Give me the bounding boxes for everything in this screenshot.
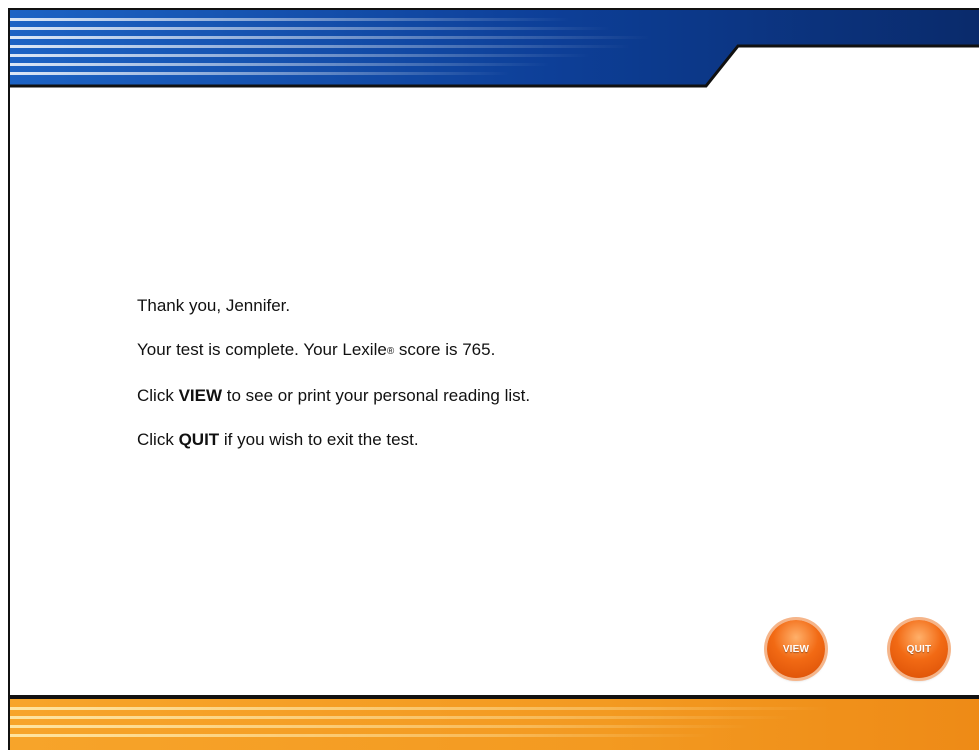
view-instruction-line: Click VIEW to see or print your personal… (137, 386, 897, 406)
thank-you-text: Thank you, Jennifer. (137, 296, 291, 315)
completion-message: Thank you, Jennifer. Your test is comple… (137, 296, 897, 474)
quit-instruction-suffix: if you wish to exit the test. (219, 430, 419, 449)
score-text-suffix: score is 765. (394, 340, 496, 359)
bottom-footer-banner (10, 695, 979, 750)
top-header-banner (10, 10, 979, 88)
orange-stripe-graphic (10, 695, 979, 750)
quit-button[interactable]: QUIT (890, 620, 948, 678)
test-complete-screen: Thank you, Jennifer. Your test is comple… (8, 8, 979, 750)
view-keyword: VIEW (178, 386, 223, 405)
quit-button-label: QUIT (906, 643, 932, 655)
blue-stripe-graphic (10, 10, 979, 88)
view-instruction-suffix: to see or print your personal reading li… (222, 386, 531, 405)
quit-instruction-line: Click QUIT if you wish to exit the test. (137, 430, 897, 450)
view-instruction-prefix: Click (137, 386, 179, 405)
score-text-prefix: Your test is complete. Your Lexile (137, 340, 387, 359)
thank-you-line: Thank you, Jennifer. (137, 296, 897, 316)
view-button[interactable]: VIEW (767, 620, 825, 678)
score-line: Your test is complete. Your Lexile® scor… (137, 340, 897, 362)
quit-keyword: QUIT (178, 430, 220, 449)
view-button-label: VIEW (782, 643, 810, 655)
quit-instruction-prefix: Click (137, 430, 179, 449)
